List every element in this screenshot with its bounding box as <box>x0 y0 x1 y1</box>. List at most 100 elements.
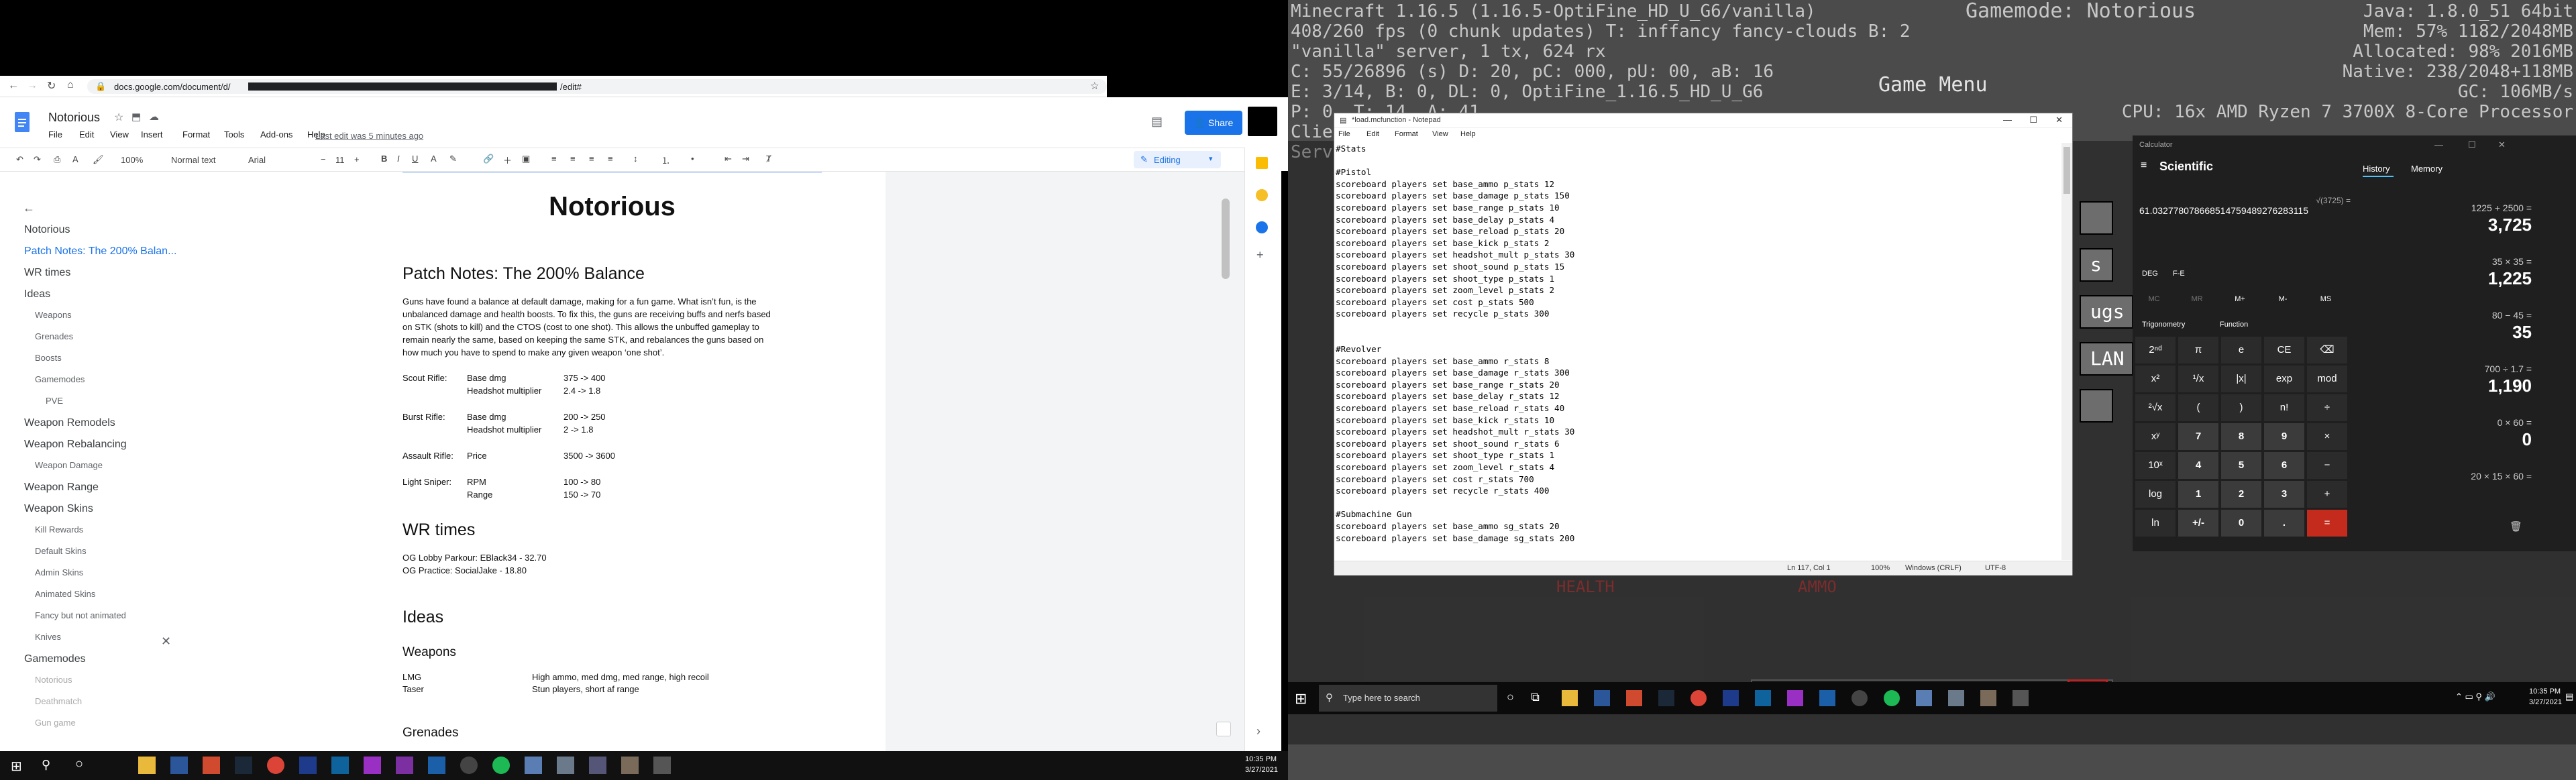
outline-item[interactable]: WR times <box>24 267 70 279</box>
history-result[interactable]: 3,725 <box>2488 215 2532 235</box>
calc-key[interactable]: xʸ <box>2135 423 2176 450</box>
memory-ms-button[interactable]: MS <box>2311 295 2341 303</box>
outline-item[interactable]: Default Skins <box>35 546 87 556</box>
numbered-list-icon[interactable]: ⒈ <box>661 154 670 166</box>
calc-key[interactable]: − <box>2307 452 2347 479</box>
obs-icon[interactable] <box>1851 690 1868 706</box>
reload-icon[interactable]: ↻ <box>47 79 56 93</box>
calc-key[interactable]: 2ⁿᵈ <box>2135 337 2176 364</box>
memory-mr-button[interactable]: MR <box>2182 295 2212 303</box>
outlook-icon[interactable] <box>203 757 220 774</box>
app-icon-3[interactable] <box>2012 690 2029 706</box>
font-select[interactable]: Arial <box>248 155 266 165</box>
line-spacing-icon[interactable]: ↕ <box>633 154 638 164</box>
app-icon-1[interactable] <box>1916 690 1932 706</box>
star-icon[interactable]: ☆ <box>114 111 123 124</box>
task-view-icon[interactable]: ⧉ <box>1531 690 1540 704</box>
mail-icon[interactable] <box>299 757 317 774</box>
calc-key[interactable]: log <box>2135 481 2176 508</box>
url-field[interactable]: 🔒 docs.google.com/document/d/ /edit# ☆ <box>87 79 1107 94</box>
calc-key[interactable]: 3 <box>2264 481 2304 508</box>
memory-m--button[interactable]: M- <box>2268 295 2298 303</box>
calc-key[interactable]: n! <box>2264 394 2304 421</box>
premiere-icon[interactable] <box>364 757 381 774</box>
minecraft-icon[interactable] <box>621 757 639 774</box>
history-expression[interactable]: 700 ÷ 1.7 = <box>2485 364 2532 374</box>
menu-button-3[interactable]: ugs <box>2080 295 2133 329</box>
steam-icon[interactable] <box>1658 690 1674 706</box>
np-menu-edit[interactable]: Edit <box>1366 130 1379 138</box>
history-result[interactable]: 35 <box>2512 322 2532 343</box>
cortana-icon[interactable]: ○ <box>1507 690 1514 704</box>
calc-key[interactable]: x² <box>2135 366 2176 392</box>
outline-item[interactable]: Gun game <box>35 718 76 728</box>
word-icon[interactable] <box>170 757 188 774</box>
tray-icons[interactable]: ⌃ ▭ ⚲ 🔊 <box>2455 691 2496 702</box>
forward-icon[interactable]: → <box>27 80 38 92</box>
bold-icon[interactable]: B <box>381 154 387 164</box>
photoshop-icon[interactable] <box>1819 690 1835 706</box>
vscode-icon[interactable] <box>331 757 349 774</box>
app-icon-3[interactable] <box>589 757 606 774</box>
text-color-icon[interactable]: A <box>431 154 437 164</box>
menu-add-ons[interactable]: Add-ons <box>260 129 292 140</box>
start-icon[interactable]: ⊞ <box>11 758 22 775</box>
redo-icon[interactable]: ↷ <box>34 154 41 165</box>
undo-icon[interactable]: ↶ <box>16 154 23 165</box>
outline-item[interactable]: Admin Skins <box>35 567 83 577</box>
app-icon-2[interactable] <box>557 757 574 774</box>
chrome-icon[interactable] <box>1690 690 1707 706</box>
calc-key[interactable]: 9 <box>2264 423 2304 450</box>
history-expression[interactable]: 1225 + 2500 = <box>2471 203 2532 213</box>
file-explorer-icon[interactable] <box>138 757 156 774</box>
app-icon-4[interactable] <box>653 757 671 774</box>
spotify-icon[interactable] <box>492 757 510 774</box>
editing-mode-select[interactable]: ✎ Editing ▾ <box>1134 151 1221 168</box>
tab-memory[interactable]: Memory <box>2411 164 2443 174</box>
scroll-thumb[interactable] <box>2063 147 2070 194</box>
calc-key[interactable]: 7 <box>2178 423 2218 450</box>
memory-m+-button[interactable]: M+ <box>2225 295 2255 303</box>
calc-key[interactable]: 5 <box>2221 452 2261 479</box>
np-menu-view[interactable]: View <box>1432 130 1448 138</box>
memory-mc-button[interactable]: MC <box>2139 295 2169 303</box>
paint-format-icon[interactable]: 🖌 <box>93 154 104 165</box>
outline-item[interactable]: PVE <box>46 396 63 406</box>
calc-key[interactable]: exp <box>2264 366 2304 392</box>
outline-item[interactable]: Animated Skins <box>35 589 95 599</box>
outline-item[interactable]: Gamemodes <box>24 653 86 665</box>
outline-item[interactable]: Ideas <box>24 288 50 300</box>
search-icon[interactable]: ⚲ <box>42 758 50 772</box>
calc-key[interactable]: . <box>2264 510 2304 537</box>
outline-item[interactable]: Notorious <box>35 675 72 685</box>
calc-key[interactable]: ²√x <box>2135 394 2176 421</box>
calc-key[interactable]: 6 <box>2264 452 2304 479</box>
calc-key[interactable]: ¹/x <box>2178 366 2218 392</box>
back-icon[interactable]: ← <box>8 80 19 92</box>
func-dropdown[interactable]: Function <box>2220 321 2248 329</box>
remove-heading-icon[interactable]: ✕ <box>161 634 171 649</box>
menu-edit[interactable]: Edit <box>79 129 94 140</box>
notifications-icon[interactable]: ▤ <box>2565 691 2573 702</box>
calc-key[interactable]: = <box>2307 510 2347 537</box>
chrome-icon[interactable] <box>267 757 284 774</box>
font-size-field[interactable]: 11 <box>335 155 345 165</box>
increase-indent-icon[interactable]: ⇥ <box>742 154 749 164</box>
outline-item[interactable]: Grenades <box>35 331 73 341</box>
align-justify-icon[interactable]: ≡ <box>608 154 613 164</box>
clock-time[interactable]: 10:35 PM <box>2529 687 2561 695</box>
steam-icon[interactable] <box>235 757 252 774</box>
outline-item[interactable]: Fancy but not animated <box>35 610 126 620</box>
calc-key[interactable]: |x| <box>2221 366 2261 392</box>
history-expression[interactable]: 80 − 45 = <box>2492 310 2532 321</box>
np-menu-help[interactable]: Help <box>1460 130 1476 138</box>
link-icon[interactable]: 🔗 <box>483 154 494 164</box>
outline-item[interactable]: Gamemodes <box>35 374 85 384</box>
history-result[interactable]: 1,225 <box>2488 268 2532 289</box>
calc-key[interactable]: e <box>2221 337 2261 364</box>
calc-key[interactable]: π <box>2178 337 2218 364</box>
task-view-icon[interactable]: ○ <box>75 757 83 772</box>
keep-icon[interactable] <box>1256 189 1268 201</box>
close-icon[interactable]: ✕ <box>2055 115 2063 125</box>
outline-item[interactable]: Deathmatch <box>35 696 82 706</box>
